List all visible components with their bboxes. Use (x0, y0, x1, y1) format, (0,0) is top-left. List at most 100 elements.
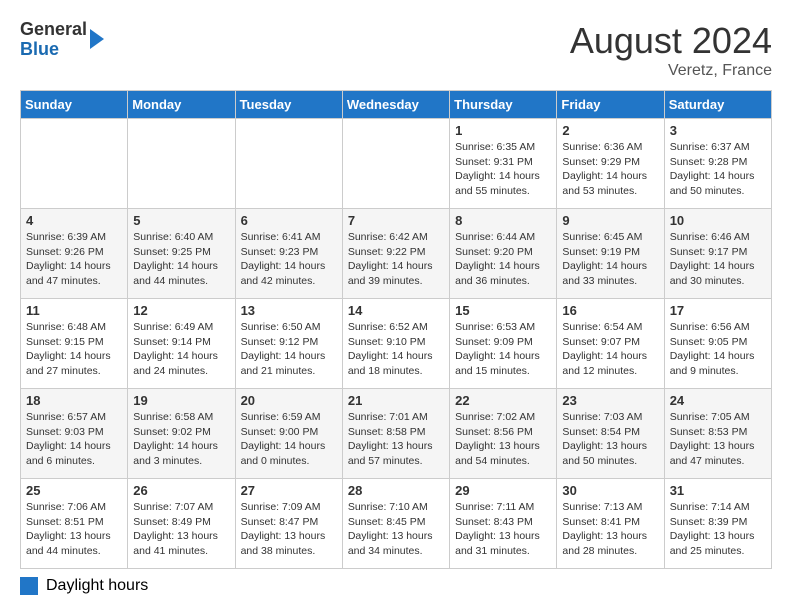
day-number: 14 (348, 303, 444, 318)
day-info: Sunrise: 6:54 AMSunset: 9:07 PMDaylight:… (562, 320, 658, 379)
weekday-header-friday: Friday (557, 91, 664, 119)
day-number: 23 (562, 393, 658, 408)
calendar-cell (21, 119, 128, 209)
calendar-cell: 22 Sunrise: 7:02 AMSunset: 8:56 PMDayligh… (450, 389, 557, 479)
legend-color-box (20, 577, 38, 595)
calendar-cell: 31Sunrise: 7:14 AMSunset: 8:39 PMDayligh… (664, 479, 771, 569)
day-info: Sunrise: 6:35 AMSunset: 9:31 PMDaylight:… (455, 140, 551, 199)
day-info: Sunrise: 6:48 AMSunset: 9:15 PMDaylight:… (26, 320, 122, 379)
logo-general: General (20, 19, 87, 39)
calendar-cell: 17 Sunrise: 6:56 AMSunset: 9:05 PMDayligh… (664, 299, 771, 389)
day-number: 29 (455, 483, 551, 498)
day-info: Sunrise: 6:59 AMSunset: 9:00 PMDaylight:… (241, 410, 337, 469)
day-number: 8 (455, 213, 551, 228)
day-number: 15 (455, 303, 551, 318)
day-number: 10 (670, 213, 766, 228)
calendar-cell: 27 Sunrise: 7:09 AMSunset: 8:47 PMDayligh… (235, 479, 342, 569)
calendar-cell: 11 Sunrise: 6:48 AMSunset: 9:15 PMDayligh… (21, 299, 128, 389)
calendar-cell (128, 119, 235, 209)
day-info: Sunrise: 7:03 AMSunset: 8:54 PMDaylight:… (562, 410, 658, 469)
day-number: 2 (562, 123, 658, 138)
calendar-cell: 14 Sunrise: 6:52 AMSunset: 9:10 PMDayligh… (342, 299, 449, 389)
calendar-week-row: 1Sunrise: 6:35 AMSunset: 9:31 PMDaylight… (21, 119, 772, 209)
weekday-header-monday: Monday (128, 91, 235, 119)
calendar-cell: 15 Sunrise: 6:53 AMSunset: 9:09 PMDayligh… (450, 299, 557, 389)
day-number: 16 (562, 303, 658, 318)
day-number: 17 (670, 303, 766, 318)
calendar-cell: 7 Sunrise: 6:42 AMSunset: 9:22 PMDaylight… (342, 209, 449, 299)
calendar-cell: 18Sunrise: 6:57 AMSunset: 9:03 PMDayligh… (21, 389, 128, 479)
weekday-header-thursday: Thursday (450, 91, 557, 119)
day-number: 28 (348, 483, 444, 498)
weekday-header-tuesday: Tuesday (235, 91, 342, 119)
logo: General Blue (20, 20, 104, 60)
day-number: 11 (26, 303, 122, 318)
calendar-cell: 30Sunrise: 7:13 AMSunset: 8:41 PMDayligh… (557, 479, 664, 569)
day-number: 18 (26, 393, 122, 408)
day-number: 7 (348, 213, 444, 228)
legend: Daylight hours (20, 577, 772, 595)
day-number: 4 (26, 213, 122, 228)
day-info: Sunrise: 6:46 AMSunset: 9:17 PMDaylight:… (670, 230, 766, 289)
day-info: Sunrise: 6:58 AMSunset: 9:02 PMDaylight:… (133, 410, 229, 469)
calendar-week-row: 25 Sunrise: 7:06 AMSunset: 8:51 PMDayligh… (21, 479, 772, 569)
calendar-cell: 9Sunrise: 6:45 AMSunset: 9:19 PMDaylight… (557, 209, 664, 299)
day-info: Sunrise: 6:44 AMSunset: 9:20 PMDaylight:… (455, 230, 551, 289)
weekday-header-wednesday: Wednesday (342, 91, 449, 119)
day-number: 31 (670, 483, 766, 498)
day-number: 26 (133, 483, 229, 498)
day-info: Sunrise: 6:42 AMSunset: 9:22 PMDaylight:… (348, 230, 444, 289)
calendar-cell: 4 Sunrise: 6:39 AMSunset: 9:26 PMDaylight… (21, 209, 128, 299)
day-number: 9 (562, 213, 658, 228)
calendar-cell: 2 Sunrise: 6:36 AMSunset: 9:29 PMDaylight… (557, 119, 664, 209)
day-number: 6 (241, 213, 337, 228)
calendar-cell: 10 Sunrise: 6:46 AMSunset: 9:17 PMDayligh… (664, 209, 771, 299)
day-number: 24 (670, 393, 766, 408)
day-number: 22 (455, 393, 551, 408)
day-info: Sunrise: 6:53 AMSunset: 9:09 PMDaylight:… (455, 320, 551, 379)
calendar-cell: 12Sunrise: 6:49 AMSunset: 9:14 PMDayligh… (128, 299, 235, 389)
day-info: Sunrise: 7:05 AMSunset: 8:53 PMDaylight:… (670, 410, 766, 469)
calendar-cell: 28Sunrise: 7:10 AMSunset: 8:45 PMDayligh… (342, 479, 449, 569)
day-info: Sunrise: 6:41 AMSunset: 9:23 PMDaylight:… (241, 230, 337, 289)
title-block: August 2024 Veretz, France (570, 20, 772, 80)
day-number: 19 (133, 393, 229, 408)
calendar-header-row: SundayMondayTuesdayWednesdayThursdayFrid… (21, 91, 772, 119)
calendar-cell: 8 Sunrise: 6:44 AMSunset: 9:20 PMDaylight… (450, 209, 557, 299)
day-info: Sunrise: 7:02 AMSunset: 8:56 PMDaylight:… (455, 410, 551, 469)
day-info: Sunrise: 6:37 AMSunset: 9:28 PMDaylight:… (670, 140, 766, 199)
day-number: 3 (670, 123, 766, 138)
calendar-cell (342, 119, 449, 209)
day-info: Sunrise: 6:36 AMSunset: 9:29 PMDaylight:… (562, 140, 658, 199)
day-info: Sunrise: 6:56 AMSunset: 9:05 PMDaylight:… (670, 320, 766, 379)
logo-blue: Blue (20, 39, 59, 59)
day-info: Sunrise: 6:52 AMSunset: 9:10 PMDaylight:… (348, 320, 444, 379)
calendar-cell: 13Sunrise: 6:50 AMSunset: 9:12 PMDayligh… (235, 299, 342, 389)
day-info: Sunrise: 6:39 AMSunset: 9:26 PMDaylight:… (26, 230, 122, 289)
day-info: Sunrise: 7:07 AMSunset: 8:49 PMDaylight:… (133, 500, 229, 559)
calendar-cell: 3 Sunrise: 6:37 AMSunset: 9:28 PMDaylight… (664, 119, 771, 209)
calendar-week-row: 18Sunrise: 6:57 AMSunset: 9:03 PMDayligh… (21, 389, 772, 479)
calendar-cell: 23 Sunrise: 7:03 AMSunset: 8:54 PMDayligh… (557, 389, 664, 479)
calendar-cell: 16 Sunrise: 6:54 AMSunset: 9:07 PMDayligh… (557, 299, 664, 389)
day-number: 25 (26, 483, 122, 498)
calendar-cell: 6 Sunrise: 6:41 AMSunset: 9:23 PMDaylight… (235, 209, 342, 299)
weekday-header-saturday: Saturday (664, 91, 771, 119)
day-info: Sunrise: 6:40 AMSunset: 9:25 PMDaylight:… (133, 230, 229, 289)
calendar-cell: 25 Sunrise: 7:06 AMSunset: 8:51 PMDayligh… (21, 479, 128, 569)
calendar-cell: 24 Sunrise: 7:05 AMSunset: 8:53 PMDayligh… (664, 389, 771, 479)
day-number: 12 (133, 303, 229, 318)
legend-label: Daylight hours (46, 577, 148, 595)
day-number: 27 (241, 483, 337, 498)
day-info: Sunrise: 7:09 AMSunset: 8:47 PMDaylight:… (241, 500, 337, 559)
location-subtitle: Veretz, France (570, 62, 772, 80)
calendar-cell: 5Sunrise: 6:40 AMSunset: 9:25 PMDaylight… (128, 209, 235, 299)
calendar-cell: 19 Sunrise: 6:58 AMSunset: 9:02 PMDayligh… (128, 389, 235, 479)
day-number: 20 (241, 393, 337, 408)
calendar-week-row: 4 Sunrise: 6:39 AMSunset: 9:26 PMDaylight… (21, 209, 772, 299)
day-info: Sunrise: 7:06 AMSunset: 8:51 PMDaylight:… (26, 500, 122, 559)
day-info: Sunrise: 7:13 AMSunset: 8:41 PMDaylight:… (562, 500, 658, 559)
day-number: 13 (241, 303, 337, 318)
month-year-title: August 2024 (570, 20, 772, 62)
page-header: General Blue August 2024 Veretz, France (20, 20, 772, 80)
